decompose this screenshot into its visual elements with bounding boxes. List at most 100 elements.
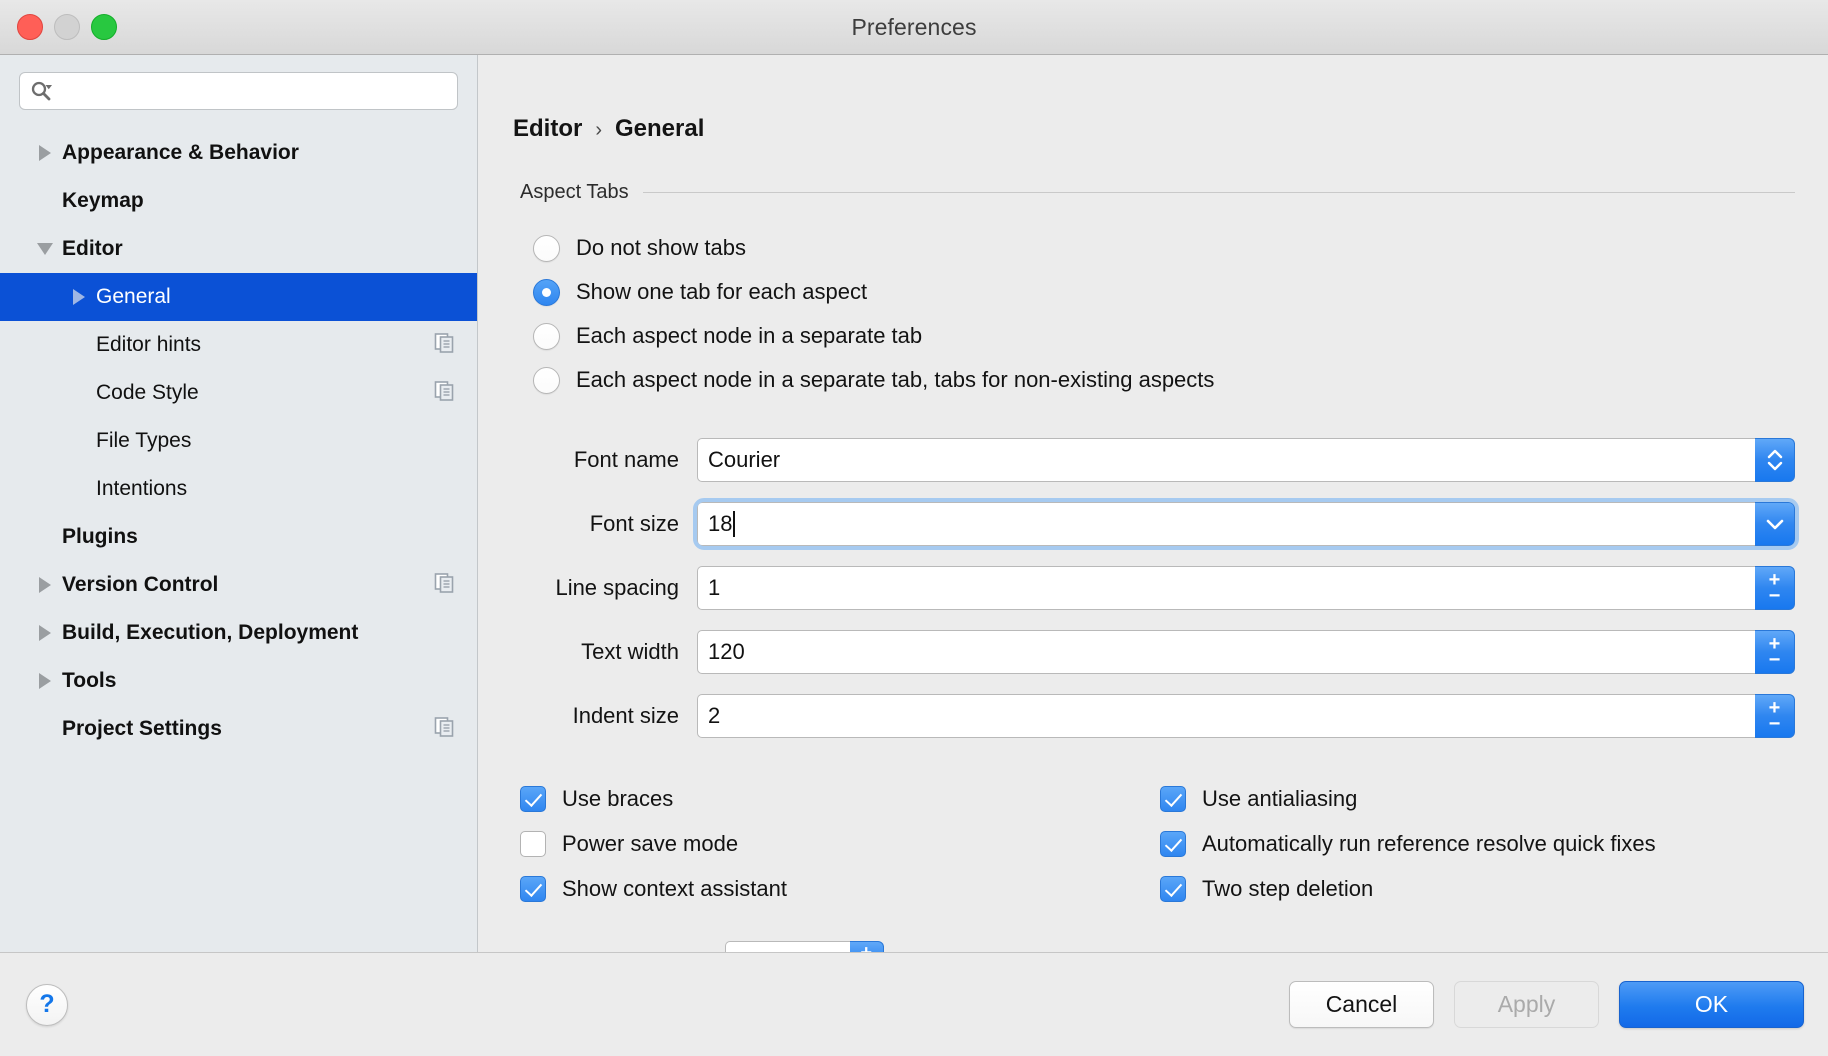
checkbox-label: Use antialiasing <box>1202 786 1357 812</box>
sidebar-item-intentions[interactable]: Intentions <box>0 465 477 513</box>
sidebar-item-label: Code Style <box>96 381 199 405</box>
line-spacing-stepper-buttons[interactable]: +− <box>1755 566 1795 610</box>
disclosure-triangle-right-icon[interactable] <box>28 145 62 161</box>
radio-button[interactable] <box>533 367 560 394</box>
disclosure-triangle-right-icon[interactable] <box>62 289 96 305</box>
dialog-footer: ? Cancel Apply OK <box>0 953 1828 1056</box>
stepper-decrement-icon[interactable]: − <box>1769 590 1781 603</box>
text-width-input-box[interactable]: 120 <box>697 630 1755 674</box>
checkbox-row-use-braces[interactable]: Use braces <box>520 776 1160 821</box>
field-row-line-spacing: Line spacing1+− <box>520 556 1795 620</box>
sidebar-item-keymap[interactable]: Keymap <box>0 177 477 225</box>
checkbox-checked[interactable] <box>1160 876 1186 902</box>
radio-option-label: Show one tab for each aspect <box>576 279 867 305</box>
checkbox-checked[interactable] <box>1160 831 1186 857</box>
sidebar-item-tools[interactable]: Tools <box>0 657 477 705</box>
indent-size-value[interactable]: 2 <box>708 703 720 729</box>
chevron-right-icon: › <box>595 119 602 142</box>
radio-button-selected[interactable] <box>533 279 560 306</box>
line-spacing-control[interactable]: 1 +− <box>697 566 1795 610</box>
sidebar-item-appearance-behavior[interactable]: Appearance & Behavior <box>0 129 477 177</box>
checkbox-row-two-step-deletion[interactable]: Two step deletion <box>1160 866 1828 911</box>
text-width-value[interactable]: 120 <box>708 639 745 665</box>
radio-button[interactable] <box>533 235 560 262</box>
font-size-label: Font size <box>520 511 697 537</box>
field-row-text-width: Text width 120 +− <box>520 620 1795 684</box>
font-size-control[interactable]: 18 <box>697 502 1795 546</box>
search-input[interactable] <box>58 80 447 103</box>
sidebar-item-file-types[interactable]: File Types <box>0 417 477 465</box>
text-width-label: Text width <box>520 639 697 665</box>
checkbox-label: Use braces <box>562 786 673 812</box>
breadcrumb-parent[interactable]: Editor <box>513 115 582 143</box>
disclosure-triangle-right-icon[interactable] <box>28 577 62 593</box>
checkbox-checked[interactable] <box>520 786 546 812</box>
sidebar-item-label: Intentions <box>96 477 187 501</box>
font-name-control[interactable]: Courier <box>697 438 1795 482</box>
checkbox-row-power-save-mode[interactable]: Power save mode <box>520 821 1160 866</box>
radio-option-3[interactable]: Each aspect node in a separate tab, tabs… <box>533 358 1828 402</box>
radio-option-2[interactable]: Each aspect node in a separate tab <box>533 314 1828 358</box>
indent-size-input-box[interactable]: 2 <box>697 694 1755 738</box>
caret-blinking-value[interactable]: 500 <box>725 941 850 952</box>
sidebar-item-label: General <box>96 285 171 309</box>
minimize-button[interactable] <box>54 14 80 40</box>
sidebar-item-editor-hints[interactable]: Editor hints <box>0 321 477 369</box>
stepper-decrement-icon[interactable]: − <box>1769 718 1781 731</box>
close-button[interactable] <box>17 14 43 40</box>
indent-size-control[interactable]: 2 +− <box>697 694 1795 738</box>
disclosure-triangle-right-icon[interactable] <box>28 625 62 641</box>
field-row-font-size: Font size 18 <box>520 492 1795 556</box>
radio-option-1[interactable]: Show one tab for each aspect <box>533 270 1828 314</box>
font-size-input-box[interactable]: 18 <box>697 502 1755 546</box>
font-name-updown-chevron-icon[interactable] <box>1755 438 1795 482</box>
disclosure-triangle-right-icon[interactable] <box>28 673 62 689</box>
sidebar-item-label: Build, Execution, Deployment <box>62 621 358 645</box>
sidebar-item-build-execution-deployment[interactable]: Build, Execution, Deployment <box>0 609 477 657</box>
line-spacing-input-box[interactable]: 1 <box>697 566 1755 610</box>
disclosure-triangle-down-icon[interactable] <box>28 243 62 255</box>
font-size-value[interactable]: 18 <box>708 511 732 537</box>
text-width-control[interactable]: 120 +− <box>697 630 1795 674</box>
copy-settings-icon[interactable] <box>433 380 455 407</box>
font-size-chevron-down-icon[interactable] <box>1755 502 1795 546</box>
text-width-stepper-buttons[interactable]: +− <box>1755 630 1795 674</box>
sidebar-item-version-control[interactable]: Version Control <box>0 561 477 609</box>
sidebar-item-plugins[interactable]: Plugins <box>0 513 477 561</box>
copy-settings-icon[interactable] <box>433 332 455 359</box>
indent-size-label: Indent size <box>520 703 697 729</box>
checkbox-checked[interactable] <box>520 876 546 902</box>
sidebar-item-label: Editor <box>62 237 123 261</box>
checkbox-unchecked[interactable] <box>520 831 546 857</box>
cancel-button[interactable]: Cancel <box>1289 981 1434 1028</box>
editor-fields: Font nameCourierFont size18Line spacing1… <box>520 428 1795 748</box>
checkbox-row-automatically-run-reference-resolve-quick-fixes[interactable]: Automatically run reference resolve quic… <box>1160 821 1828 866</box>
indent-size-stepper-buttons[interactable]: +− <box>1755 694 1795 738</box>
checkbox-row-use-antialiasing[interactable]: Use antialiasing <box>1160 776 1828 821</box>
sidebar-item-editor[interactable]: Editor <box>0 225 477 273</box>
radio-option-0[interactable]: Do not show tabs <box>533 226 1828 270</box>
copy-settings-icon[interactable] <box>433 716 455 743</box>
font-name-input-box[interactable]: Courier <box>697 438 1755 482</box>
sidebar-item-general[interactable]: General <box>0 273 477 321</box>
caret-blinking-stepper[interactable]: 500 + − <box>725 941 884 952</box>
checkbox-label: Power save mode <box>562 831 738 857</box>
zoom-button[interactable] <box>91 14 117 40</box>
line-spacing-value[interactable]: 1 <box>708 575 720 601</box>
checkbox-checked[interactable] <box>1160 786 1186 812</box>
sidebar-item-project-settings[interactable]: Project Settings <box>0 705 477 753</box>
window-title: Preferences <box>0 14 1828 41</box>
font-name-value[interactable]: Courier <box>708 447 780 473</box>
stepper-decrement-icon[interactable]: − <box>1769 654 1781 667</box>
search-field[interactable] <box>19 72 458 110</box>
sidebar-item-code-style[interactable]: Code Style <box>0 369 477 417</box>
ok-button[interactable]: OK <box>1619 981 1804 1028</box>
traffic-lights <box>17 14 117 40</box>
caret-blinking-stepper-buttons[interactable]: + − <box>850 941 884 952</box>
breadcrumb: Editor › General <box>478 55 1828 143</box>
checkbox-row-show-context-assistant[interactable]: Show context assistant <box>520 866 1160 911</box>
stepper-increment-icon[interactable]: + <box>860 947 872 953</box>
copy-settings-icon[interactable] <box>433 572 455 599</box>
help-button[interactable]: ? <box>26 984 68 1026</box>
radio-button[interactable] <box>533 323 560 350</box>
